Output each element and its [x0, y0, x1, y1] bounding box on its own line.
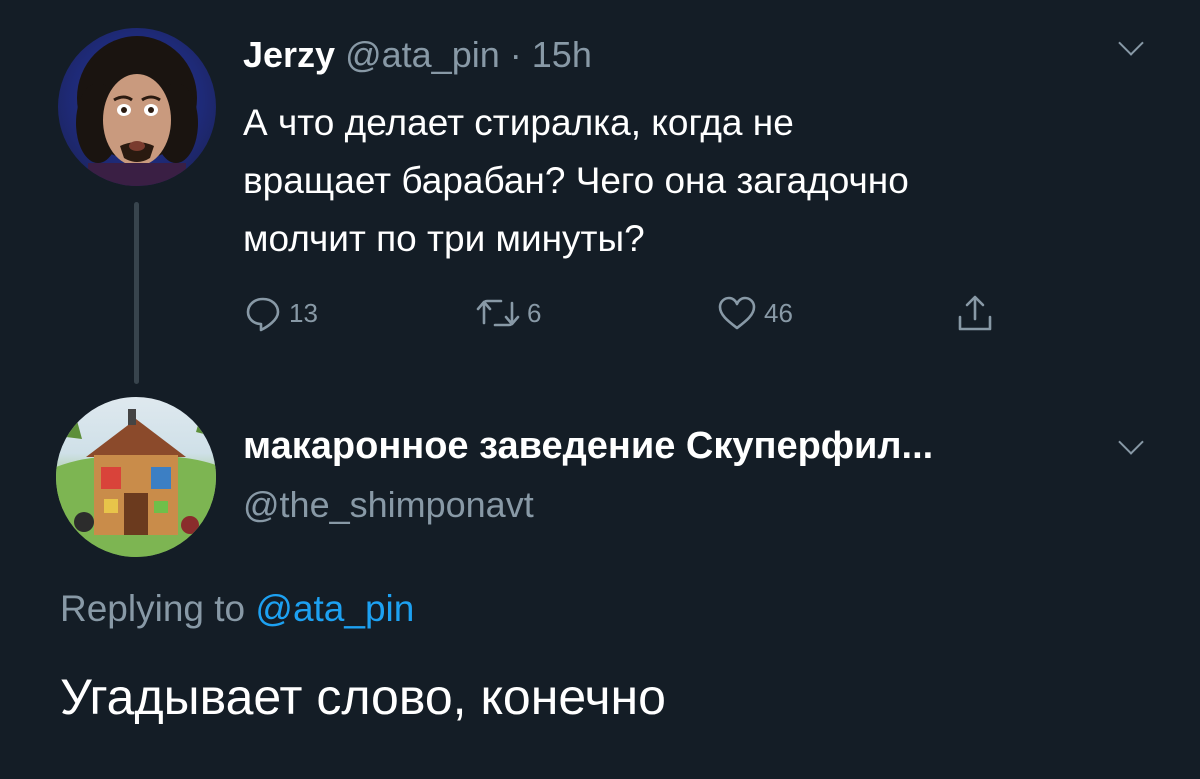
chevron-down-icon[interactable]: [1118, 429, 1144, 455]
reply-count: 13: [289, 297, 318, 328]
replying-to-label: Replying to: [60, 588, 246, 629]
thread-connector-line: [134, 202, 139, 384]
retweet-count: 6: [527, 297, 542, 328]
tweet-actions: 13 6 46: [243, 293, 1023, 337]
tweet-body: А что делает стиралка, когда не вращает …: [243, 94, 1123, 268]
avatar-portrait-image: [76, 36, 198, 186]
replying-to-line: Replying to @ata_pin: [60, 588, 414, 630]
tweet-header: Jerzy @ata_pin · 15h: [243, 34, 592, 76]
tweet-text-line: молчит по три минуты?: [243, 218, 645, 259]
reply-author-name[interactable]: макаронное заведение Скуперфил...: [243, 425, 933, 468]
share-icon: [958, 295, 992, 331]
like-icon: [718, 296, 756, 330]
avatar-the-shimponavt[interactable]: [56, 397, 216, 557]
header-separator: ·: [509, 34, 522, 75]
share-button[interactable]: [955, 293, 995, 335]
reply-tweet-body: Угадывает слово, конечно: [60, 669, 666, 725]
retweet-icon: [476, 299, 520, 327]
reply-icon: [246, 297, 280, 332]
reply-button[interactable]: 13: [243, 293, 318, 333]
tweet-timestamp[interactable]: 15h: [532, 34, 592, 75]
like-button[interactable]: 46: [716, 293, 793, 333]
author-name[interactable]: Jerzy: [243, 34, 335, 75]
tweet-thread: Jerzy @ata_pin · 15h А что делает стирал…: [0, 0, 1200, 779]
retweet-button[interactable]: 6: [475, 293, 541, 333]
chevron-down-icon[interactable]: [1118, 30, 1144, 56]
replying-to-mention[interactable]: @ata_pin: [255, 588, 414, 629]
author-handle[interactable]: @ata_pin: [345, 34, 500, 75]
tweet-text-line: вращает барабан? Чего она загадочно: [243, 160, 909, 201]
reply-author-handle[interactable]: @the_shimponavt: [243, 484, 534, 526]
like-count: 46: [764, 297, 793, 328]
avatar-cartoon-image: [56, 409, 216, 557]
tweet-text-line: А что делает стиралка, когда не: [243, 102, 794, 143]
avatar-jerzy[interactable]: [58, 28, 216, 186]
